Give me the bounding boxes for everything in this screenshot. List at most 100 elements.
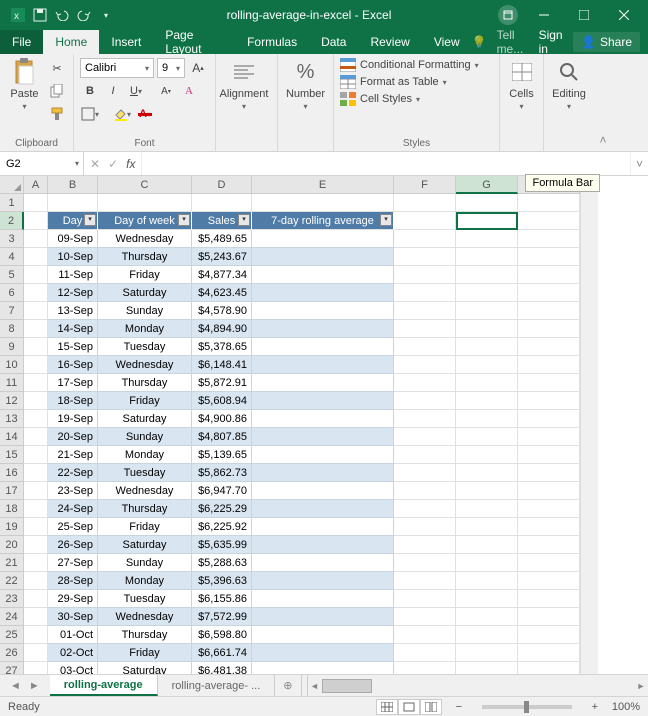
col-header-G[interactable]: G bbox=[456, 176, 518, 194]
cell-A12[interactable] bbox=[24, 392, 48, 410]
page-break-view-button[interactable] bbox=[420, 699, 442, 715]
cell-A22[interactable] bbox=[24, 572, 48, 590]
cell-day[interactable]: 29-Sep bbox=[48, 590, 98, 608]
cell-F13[interactable] bbox=[394, 410, 456, 428]
tab-formulas[interactable]: Formulas bbox=[235, 30, 309, 54]
cell-H10[interactable] bbox=[518, 356, 580, 374]
cell-A11[interactable] bbox=[24, 374, 48, 392]
cell-H22[interactable] bbox=[518, 572, 580, 590]
conditional-formatting-button[interactable]: Conditional Formatting ▾ bbox=[340, 58, 479, 72]
cell-empty[interactable] bbox=[394, 194, 456, 212]
cell-avg[interactable] bbox=[252, 482, 394, 500]
cell-G8[interactable] bbox=[456, 320, 518, 338]
cell-G5[interactable] bbox=[456, 266, 518, 284]
cell-avg[interactable] bbox=[252, 338, 394, 356]
cell-F4[interactable] bbox=[394, 248, 456, 266]
copy-icon[interactable] bbox=[47, 81, 67, 101]
cell-H2[interactable] bbox=[518, 212, 580, 230]
row-header-2[interactable]: 2 bbox=[0, 212, 24, 230]
decrease-font-icon[interactable]: A▾ bbox=[156, 81, 176, 101]
cell-A4[interactable] bbox=[24, 248, 48, 266]
row-header-3[interactable]: 3 bbox=[0, 230, 24, 248]
cell-day[interactable]: 25-Sep bbox=[48, 518, 98, 536]
cell-avg[interactable] bbox=[252, 320, 394, 338]
tab-file[interactable]: File bbox=[0, 30, 43, 54]
table-header-day[interactable]: Day▾ bbox=[48, 212, 98, 230]
cell-H24[interactable] bbox=[518, 608, 580, 626]
cell-day[interactable]: 13-Sep bbox=[48, 302, 98, 320]
format-painter-icon[interactable] bbox=[47, 104, 67, 124]
row-header-26[interactable]: 26 bbox=[0, 644, 24, 662]
row-header-17[interactable]: 17 bbox=[0, 482, 24, 500]
cell-sales[interactable]: $6,947.70 bbox=[192, 482, 252, 500]
expand-formula-icon[interactable]: ˅ bbox=[630, 152, 648, 175]
row-header-11[interactable]: 11 bbox=[0, 374, 24, 392]
cell-G9[interactable] bbox=[456, 338, 518, 356]
cell-F20[interactable] bbox=[394, 536, 456, 554]
cell-F18[interactable] bbox=[394, 500, 456, 518]
row-header-16[interactable]: 16 bbox=[0, 464, 24, 482]
cell-empty[interactable] bbox=[518, 194, 580, 212]
cell-dow[interactable]: Friday bbox=[98, 644, 192, 662]
cell-dow[interactable]: Friday bbox=[98, 392, 192, 410]
cell-sales[interactable]: $4,900.86 bbox=[192, 410, 252, 428]
cell-G6[interactable] bbox=[456, 284, 518, 302]
cell-dow[interactable]: Sunday bbox=[98, 554, 192, 572]
cell-dow[interactable]: Friday bbox=[98, 266, 192, 284]
number-button[interactable]: %Number▾ bbox=[284, 58, 327, 111]
row-header-12[interactable]: 12 bbox=[0, 392, 24, 410]
cell-sales[interactable]: $5,872.91 bbox=[192, 374, 252, 392]
cell-H9[interactable] bbox=[518, 338, 580, 356]
cell-G16[interactable] bbox=[456, 464, 518, 482]
cell-A24[interactable] bbox=[24, 608, 48, 626]
tab-home[interactable]: Home bbox=[43, 30, 99, 54]
cell-sales[interactable]: $5,862.73 bbox=[192, 464, 252, 482]
cell-avg[interactable] bbox=[252, 356, 394, 374]
minimize-button[interactable] bbox=[524, 0, 564, 30]
cell-G15[interactable] bbox=[456, 446, 518, 464]
cell-dow[interactable]: Sunday bbox=[98, 428, 192, 446]
cell-H19[interactable] bbox=[518, 518, 580, 536]
cell-G4[interactable] bbox=[456, 248, 518, 266]
cut-icon[interactable]: ✂ bbox=[47, 58, 67, 78]
cell-H18[interactable] bbox=[518, 500, 580, 518]
cell-F22[interactable] bbox=[394, 572, 456, 590]
cell-empty[interactable] bbox=[192, 194, 252, 212]
cell-avg[interactable] bbox=[252, 302, 394, 320]
close-button[interactable] bbox=[604, 0, 644, 30]
cell-F27[interactable] bbox=[394, 662, 456, 674]
cell-avg[interactable] bbox=[252, 284, 394, 302]
cell-G7[interactable] bbox=[456, 302, 518, 320]
page-layout-view-button[interactable] bbox=[398, 699, 420, 715]
cell-H15[interactable] bbox=[518, 446, 580, 464]
cell-H20[interactable] bbox=[518, 536, 580, 554]
cell-G22[interactable] bbox=[456, 572, 518, 590]
bold-button[interactable]: B bbox=[80, 81, 100, 101]
cell-sales[interactable]: $6,225.29 bbox=[192, 500, 252, 518]
row-header-27[interactable]: 27 bbox=[0, 662, 24, 674]
row-header-5[interactable]: 5 bbox=[0, 266, 24, 284]
sheet-tab-active[interactable]: rolling-average bbox=[50, 675, 158, 696]
col-header-E[interactable]: E bbox=[252, 176, 394, 194]
cell-sales[interactable]: $6,225.92 bbox=[192, 518, 252, 536]
cell-avg[interactable] bbox=[252, 464, 394, 482]
cell-sales[interactable]: $6,148.41 bbox=[192, 356, 252, 374]
cell-day[interactable]: 10-Sep bbox=[48, 248, 98, 266]
redo-icon[interactable] bbox=[76, 7, 92, 23]
col-header-A[interactable]: A bbox=[24, 176, 48, 194]
table-header-sales[interactable]: Sales▾ bbox=[192, 212, 252, 230]
col-header-D[interactable]: D bbox=[192, 176, 252, 194]
cell-H21[interactable] bbox=[518, 554, 580, 572]
cell-A16[interactable] bbox=[24, 464, 48, 482]
sign-in[interactable]: Sign in bbox=[539, 28, 563, 56]
clear-format-icon[interactable]: A bbox=[179, 81, 199, 101]
cell-day[interactable]: 09-Sep bbox=[48, 230, 98, 248]
cell-sales[interactable]: $4,894.90 bbox=[192, 320, 252, 338]
cell-G14[interactable] bbox=[456, 428, 518, 446]
cell-H3[interactable] bbox=[518, 230, 580, 248]
row-header-25[interactable]: 25 bbox=[0, 626, 24, 644]
cell-F15[interactable] bbox=[394, 446, 456, 464]
table-header-dow[interactable]: Day of week▾ bbox=[98, 212, 192, 230]
cell-dow[interactable]: Wednesday bbox=[98, 482, 192, 500]
cell-F14[interactable] bbox=[394, 428, 456, 446]
